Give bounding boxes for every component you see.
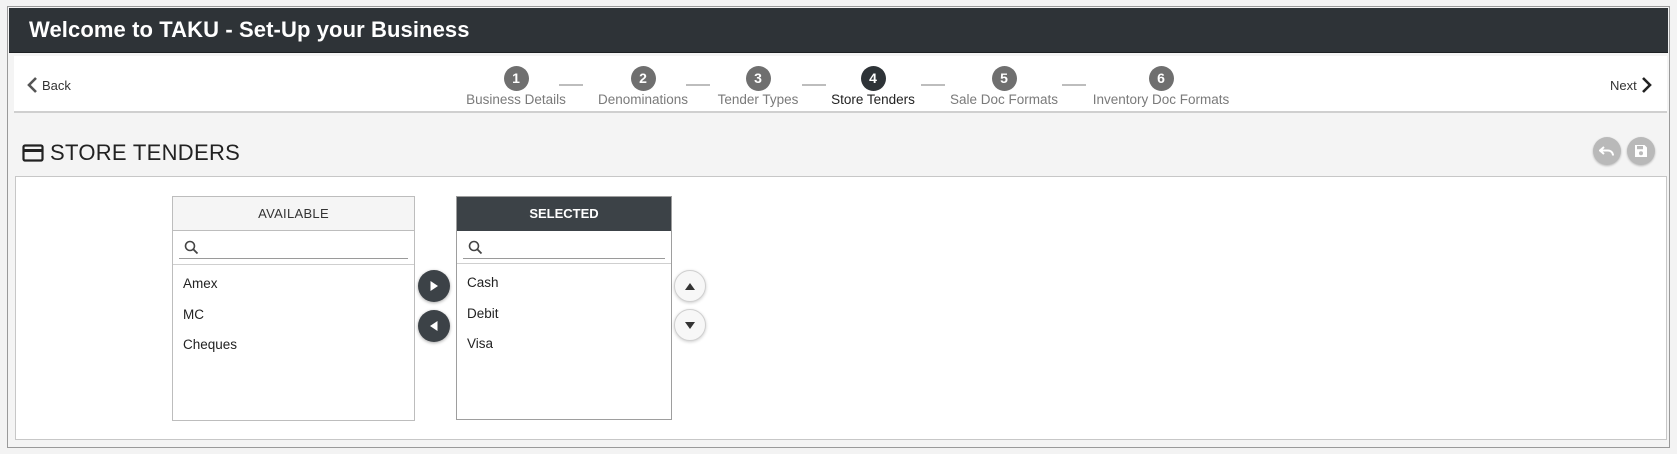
play-right-icon: [430, 281, 438, 291]
title-bar: Welcome to TAKU - Set-Up your Business: [9, 8, 1668, 53]
list-item[interactable]: Amex: [173, 269, 414, 300]
step-label: Sale Doc Formats: [949, 92, 1059, 107]
list-item[interactable]: Visa: [457, 329, 671, 360]
list-item[interactable]: Debit: [457, 299, 671, 330]
store-tenders-panel: AVAILABLE Amex MC Cheques SELECTED Cash …: [15, 176, 1667, 440]
chevron-left-icon: [27, 77, 37, 93]
step-connector: [1062, 84, 1086, 86]
step-label: Tender Types: [717, 92, 799, 107]
step-tender-types[interactable]: 3 Tender Types: [710, 66, 806, 107]
section-title: STORE TENDERS: [50, 140, 241, 165]
step-label: Inventory Doc Formats: [1092, 92, 1230, 107]
step-sale-doc-formats[interactable]: 5 Sale Doc Formats: [944, 66, 1064, 107]
available-items: Amex MC Cheques: [173, 265, 414, 361]
undo-icon: [1599, 146, 1614, 156]
step-number: 5: [991, 66, 1017, 91]
selected-header: SELECTED: [457, 197, 671, 231]
selected-search-row: [457, 231, 671, 264]
selected-search-input[interactable]: [487, 237, 663, 259]
list-item[interactable]: Cash: [457, 268, 671, 299]
next-button[interactable]: Next: [1610, 76, 1653, 94]
step-connector: [921, 84, 945, 86]
selected-search-field: [463, 237, 665, 259]
move-left-button[interactable]: [418, 310, 450, 342]
page-title: Welcome to TAKU - Set-Up your Business: [29, 17, 470, 42]
back-label: Back: [42, 77, 71, 93]
selected-items: Cash Debit Visa: [457, 264, 671, 360]
step-store-tenders[interactable]: 4 Store Tenders: [823, 66, 923, 107]
step-number: 6: [1148, 66, 1174, 91]
selected-list: SELECTED Cash Debit Visa: [456, 196, 672, 420]
section-header: STORE TENDERS: [22, 140, 240, 166]
step-number: 3: [745, 66, 771, 91]
step-label: Denominations: [597, 92, 689, 107]
step-business-details[interactable]: 1 Business Details: [456, 66, 576, 107]
save-button[interactable]: [1627, 137, 1655, 165]
move-down-button[interactable]: [674, 309, 706, 341]
stepper-bar: Back 1 Business Details 2 Denominations …: [14, 56, 1667, 113]
back-button[interactable]: Back: [26, 76, 71, 94]
chevron-right-icon: [1641, 77, 1652, 93]
save-icon: [1635, 145, 1647, 157]
credit-card-icon: [22, 144, 44, 162]
play-left-icon: [430, 321, 438, 331]
available-header: AVAILABLE: [173, 197, 414, 231]
step-inventory-doc-formats[interactable]: 6 Inventory Doc Formats: [1086, 66, 1236, 107]
move-up-button[interactable]: [674, 270, 706, 302]
available-search-row: [173, 231, 414, 265]
available-list: AVAILABLE Amex MC Cheques: [172, 196, 415, 421]
undo-button[interactable]: [1593, 137, 1621, 165]
triangle-down-icon: [685, 321, 695, 329]
step-number: 4: [860, 66, 886, 91]
available-search-field: [179, 237, 408, 259]
step-label: Store Tenders: [831, 92, 915, 107]
available-search-input[interactable]: [203, 237, 406, 259]
search-icon: [468, 240, 483, 255]
next-label: Next: [1610, 77, 1637, 93]
move-right-button[interactable]: [418, 270, 450, 302]
search-icon: [184, 240, 199, 255]
triangle-up-icon: [685, 282, 695, 290]
step-label: Business Details: [466, 92, 566, 107]
list-item[interactable]: MC: [173, 300, 414, 331]
step-denominations[interactable]: 2 Denominations: [588, 66, 698, 107]
step-number: 2: [630, 66, 656, 91]
step-number: 1: [503, 66, 529, 91]
list-item[interactable]: Cheques: [173, 330, 414, 361]
